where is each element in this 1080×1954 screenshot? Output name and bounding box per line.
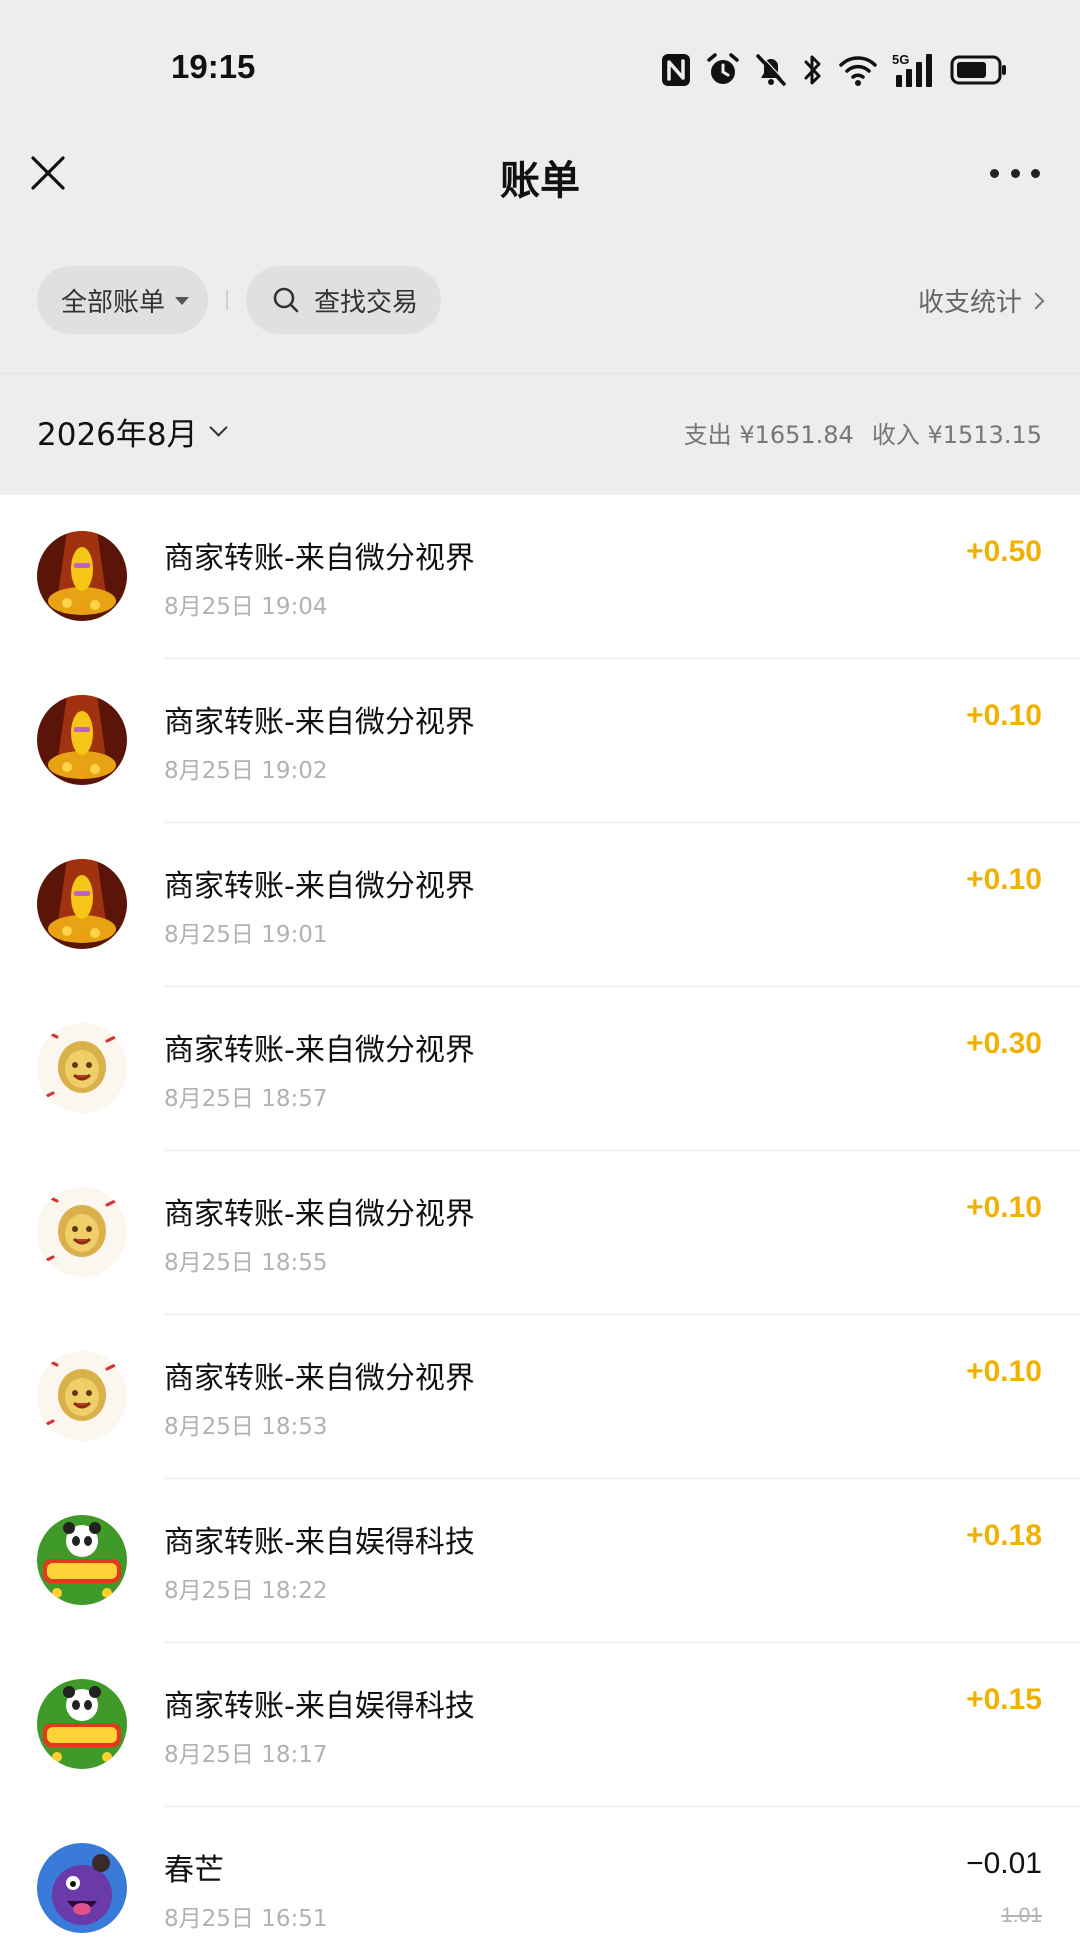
transaction-amount: +0.30 bbox=[966, 1027, 1042, 1060]
nfc-icon bbox=[662, 54, 690, 86]
battery-icon bbox=[950, 55, 1006, 85]
transaction-amount: +0.15 bbox=[966, 1683, 1042, 1716]
divider bbox=[0, 373, 1080, 374]
caret-down-icon bbox=[175, 297, 190, 305]
transaction-amount: +0.50 bbox=[966, 535, 1042, 568]
transaction-time: 8月25日 18:22 bbox=[164, 1578, 328, 1604]
transaction-time: 8月25日 18:17 bbox=[164, 1742, 328, 1768]
original-amount: 1.01 bbox=[1001, 1904, 1042, 1927]
all-bills-label: 全部账单 bbox=[61, 287, 166, 318]
search-icon bbox=[273, 287, 299, 313]
transaction-amount: +0.10 bbox=[966, 1355, 1042, 1388]
month-selector[interactable]: 2026年8月 bbox=[37, 409, 228, 454]
month-summary: 支出 ¥1651.84 收入 ¥1513.15 bbox=[684, 415, 1042, 450]
transaction-row[interactable]: 商家转账-来自微分视界 8月25日 19:01 +0.10 bbox=[0, 823, 1080, 987]
more-icon[interactable] bbox=[990, 158, 1040, 188]
income-expense-stats-link[interactable]: 收支统计 bbox=[917, 282, 1045, 319]
svg-text:5G: 5G bbox=[892, 52, 909, 67]
banana-character-avatar bbox=[37, 859, 127, 949]
transaction-time: 8月25日 19:02 bbox=[164, 758, 328, 784]
signal-5g-icon: 5G bbox=[892, 52, 932, 87]
bluetooth-icon bbox=[804, 55, 821, 85]
durian-character-avatar bbox=[37, 1187, 127, 1277]
transaction-time: 8月25日 18:55 bbox=[164, 1250, 328, 1276]
transaction-title: 商家转账-来自微分视界 bbox=[164, 1033, 475, 1068]
search-label: 查找交易 bbox=[314, 287, 419, 318]
banana-character-avatar bbox=[37, 531, 127, 621]
transaction-title: 商家转账-来自微分视界 bbox=[164, 1361, 475, 1396]
transaction-time: 8月25日 19:04 bbox=[164, 594, 328, 620]
transaction-list: 商家转账-来自微分视界 8月25日 19:04 +0.50 商家转账-来自微分视… bbox=[0, 495, 1080, 1954]
transaction-amount: +0.10 bbox=[966, 863, 1042, 896]
transaction-row[interactable]: 商家转账-来自微分视界 8月25日 18:57 +0.30 bbox=[0, 987, 1080, 1151]
transaction-row[interactable]: 商家转账-来自微分视界 8月25日 19:04 +0.50 bbox=[0, 495, 1080, 659]
more-dot bbox=[990, 168, 999, 178]
search-transactions-button[interactable]: 查找交易 bbox=[246, 266, 441, 334]
transaction-amount: +0.10 bbox=[966, 1191, 1042, 1224]
transaction-title: 商家转账-来自微分视界 bbox=[164, 1197, 475, 1232]
durian-character-avatar bbox=[37, 1351, 127, 1441]
expense-total: 支出 ¥1651.84 bbox=[683, 421, 854, 449]
transaction-title: 春芒 bbox=[164, 1853, 224, 1888]
durian-character-avatar bbox=[37, 1023, 127, 1113]
more-dot bbox=[1010, 168, 1020, 178]
transaction-row[interactable]: 商家转账-来自娱得科技 8月25日 18:17 +0.15 bbox=[0, 1643, 1080, 1807]
month-label: 2026年8月 bbox=[37, 417, 198, 453]
transaction-time: 8月25日 18:57 bbox=[164, 1086, 328, 1112]
alarm-icon bbox=[707, 53, 739, 84]
purple-monster-avatar bbox=[37, 1843, 127, 1933]
transaction-row[interactable]: 春芒 8月25日 16:51 −0.01 1.01 bbox=[0, 1807, 1080, 1954]
transaction-amount: +0.10 bbox=[966, 699, 1042, 732]
transaction-title: 商家转账-来自娱得科技 bbox=[164, 1689, 475, 1724]
mute-icon bbox=[756, 53, 787, 86]
transaction-row[interactable]: 商家转账-来自微分视界 8月25日 19:02 +0.10 bbox=[0, 659, 1080, 823]
transaction-time: 8月25日 18:53 bbox=[164, 1414, 328, 1440]
transaction-amount: +0.18 bbox=[966, 1519, 1042, 1552]
chevron-right-icon bbox=[1027, 292, 1045, 309]
page-title: 账单 bbox=[500, 158, 580, 204]
more-dot bbox=[1031, 168, 1040, 178]
banana-character-avatar bbox=[37, 695, 127, 785]
transaction-title: 商家转账-来自微分视界 bbox=[164, 869, 475, 904]
income-total: 收入 ¥1513.15 bbox=[871, 421, 1042, 449]
transaction-title: 商家转账-来自娱得科技 bbox=[164, 1525, 475, 1560]
transaction-title: 商家转账-来自微分视界 bbox=[164, 705, 475, 740]
all-bills-filter[interactable]: 全部账单 bbox=[37, 266, 208, 334]
transaction-row[interactable]: 商家转账-来自微分视界 8月25日 18:53 +0.10 bbox=[0, 1315, 1080, 1479]
transaction-row[interactable]: 商家转账-来自娱得科技 8月25日 18:22 +0.18 bbox=[0, 1479, 1080, 1643]
transaction-title: 商家转账-来自微分视界 bbox=[164, 541, 475, 576]
wifi-icon bbox=[839, 56, 877, 86]
status-time: 19:15 bbox=[171, 48, 256, 85]
transaction-time: 8月25日 19:01 bbox=[164, 922, 328, 948]
transaction-time: 8月25日 16:51 bbox=[164, 1906, 328, 1932]
chevron-down-icon bbox=[208, 418, 228, 437]
transaction-amount: −0.01 bbox=[966, 1847, 1042, 1880]
transaction-row[interactable]: 商家转账-来自微分视界 8月25日 18:55 +0.10 bbox=[0, 1151, 1080, 1315]
panda-game-avatar bbox=[37, 1515, 127, 1605]
status-icons: 5G bbox=[660, 50, 1008, 90]
filter-divider bbox=[226, 290, 228, 310]
panda-game-avatar bbox=[37, 1679, 127, 1769]
stats-label: 收支统计 bbox=[917, 288, 1022, 318]
